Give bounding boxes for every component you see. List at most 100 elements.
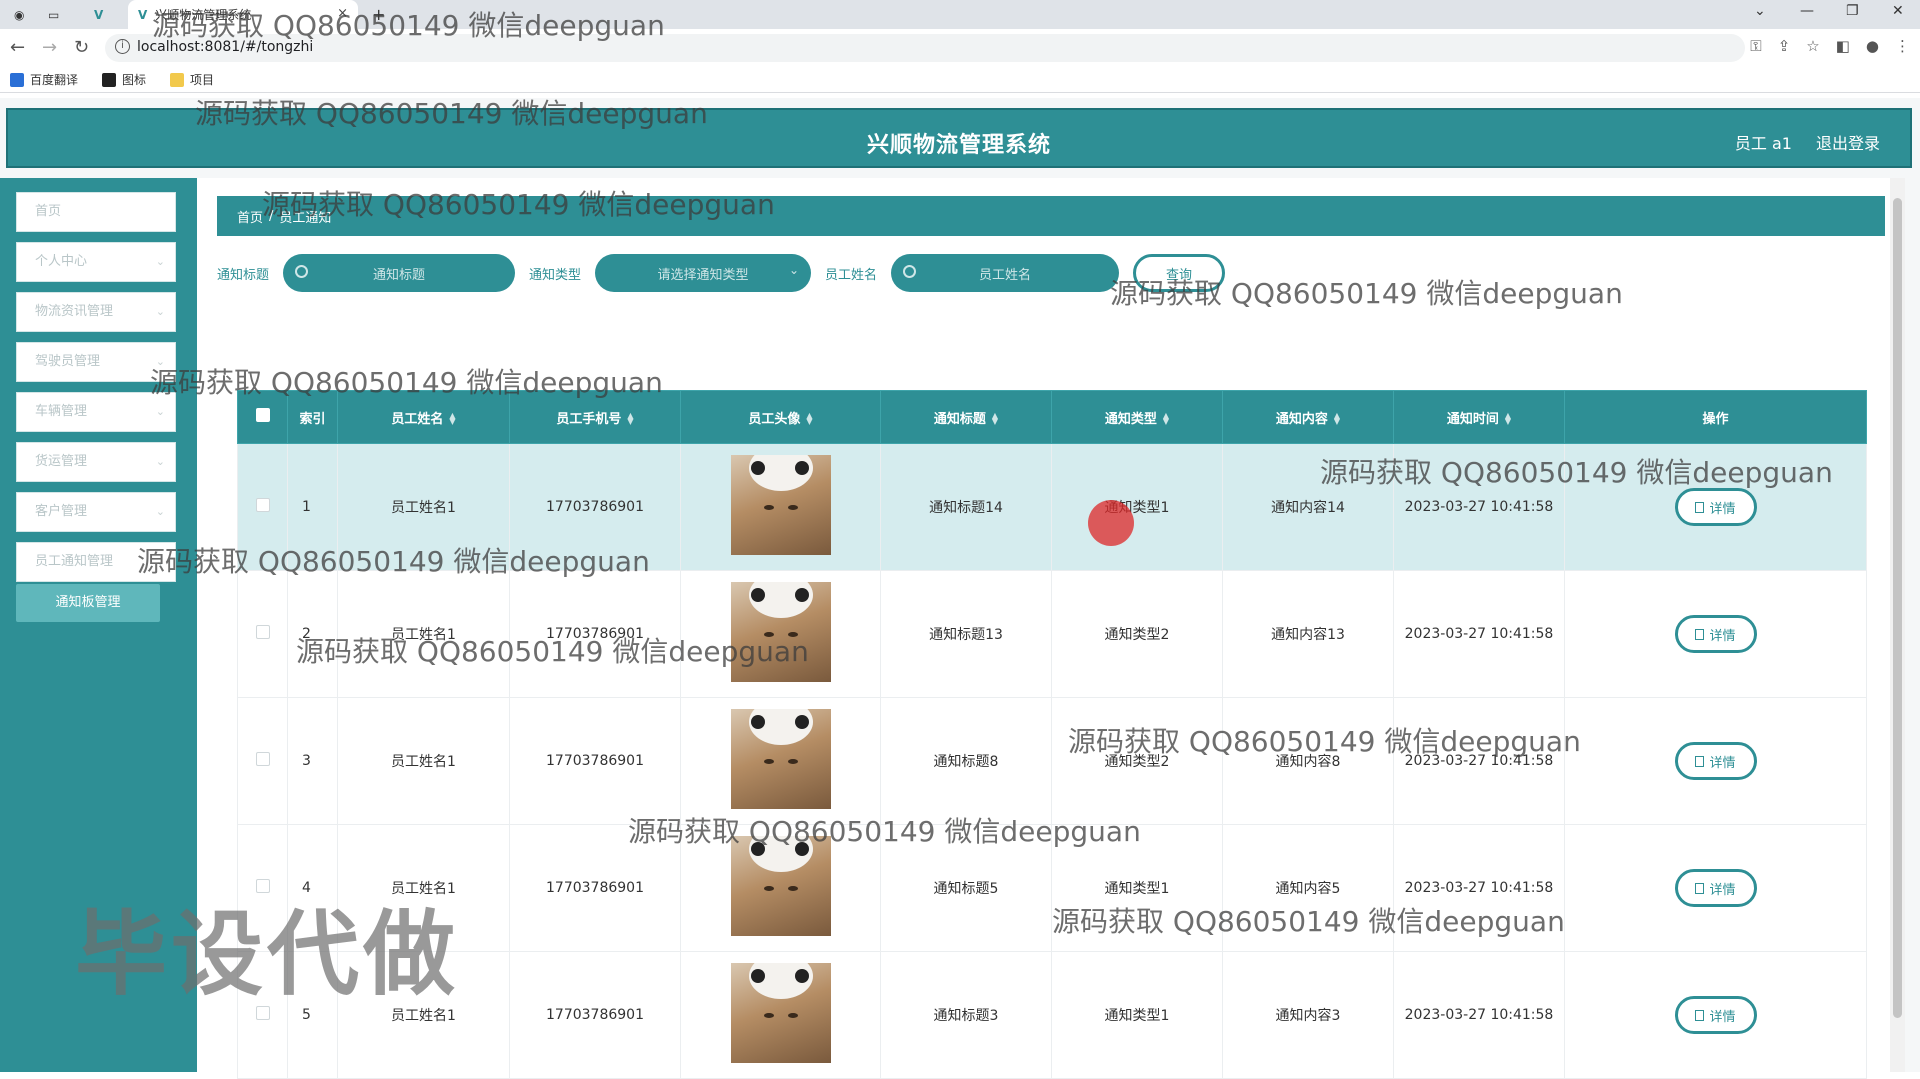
sort-icon[interactable]: ▲ ▼	[1163, 412, 1169, 426]
new-tab-button[interactable]: +	[372, 0, 392, 29]
chevron-down-icon: ⌄	[155, 405, 165, 418]
sort-icon[interactable]: ▲ ▼	[1334, 412, 1340, 426]
row-checkbox[interactable]	[255, 498, 270, 512]
more-menu-icon[interactable]: ⋮	[1895, 37, 1910, 55]
profile-icon[interactable]: ●	[1866, 37, 1879, 55]
cell-avatar	[680, 951, 881, 1079]
logout-link[interactable]: 退出登录	[1816, 130, 1880, 154]
sidebar-item-profile[interactable]: 个人中心 ⌄	[16, 242, 176, 282]
cell-actions: 详情	[1564, 951, 1867, 1079]
sidepanel-icon[interactable]: ◧	[1836, 37, 1850, 55]
table-row[interactable]: 4 员工姓名1 17703786901 通知标题5 通知类型1 通知内容5 20…	[237, 824, 1867, 952]
type-placeholder: 请选择通知类型	[657, 267, 749, 283]
column-content[interactable]: 通知内容 ▲ ▼	[1222, 390, 1394, 444]
sidebar-item-vehicles[interactable]: 车辆管理 ⌄	[16, 392, 176, 432]
active-tab[interactable]: V 兴顺物流管理系统 ×	[128, 0, 358, 29]
title-search-input[interactable]: 通知标题	[283, 254, 516, 292]
row-checkbox[interactable]	[255, 879, 270, 893]
sort-icon[interactable]: ▲ ▼	[806, 412, 812, 426]
column-label: 通知类型	[1104, 411, 1157, 427]
bookmark-star-icon[interactable]: ☆	[1806, 37, 1819, 55]
sort-icon[interactable]: ▲ ▼	[992, 412, 998, 426]
avatar[interactable]	[730, 836, 831, 936]
avatar[interactable]	[730, 963, 831, 1063]
browser-menu-icon[interactable]: ◉	[14, 0, 34, 29]
sidebar-item-staff-notices[interactable]: 员工通知管理 ⌄	[16, 542, 176, 582]
bookmark-project[interactable]: 项目	[170, 71, 214, 88]
tab-close-icon[interactable]: ×	[337, 6, 348, 21]
table-row[interactable]: 1 员工姓名1 17703786901 通知标题14 通知类型1 通知内容14 …	[237, 443, 1867, 571]
column-time[interactable]: 通知时间 ▲ ▼	[1393, 390, 1565, 444]
pinned-tab[interactable]: ▭	[48, 0, 78, 29]
sidebar-item-logistics-news[interactable]: 物流资讯管理 ⌄	[16, 292, 176, 332]
select-all-header[interactable]	[237, 390, 288, 444]
search-icon	[903, 265, 917, 278]
avatar[interactable]	[730, 455, 831, 555]
site-info-icon[interactable]: i	[115, 39, 130, 54]
minimize-button[interactable]: —	[1800, 3, 1814, 19]
table-row[interactable]: 3 员工姓名1 17703786901 通知标题8 通知类型2 通知内容8 20…	[237, 697, 1867, 825]
vue-tab-icon[interactable]: V	[94, 0, 124, 29]
restore-button[interactable]: ❐	[1846, 3, 1859, 19]
column-avatar[interactable]: 员工头像 ▲ ▼	[680, 390, 881, 444]
cell-time: 2023-03-27 10:41:58	[1393, 443, 1565, 571]
bookmark-icons[interactable]: 图标	[102, 71, 146, 88]
detail-button[interactable]: 详情	[1674, 488, 1757, 526]
sort-icon[interactable]: ▲ ▼	[449, 412, 455, 426]
sidebar-item-customers[interactable]: 客户管理 ⌄	[16, 492, 176, 532]
tab-title: 兴顺物流管理系统	[155, 8, 252, 22]
back-icon[interactable]: ←	[10, 37, 25, 58]
row-select-cell[interactable]	[237, 824, 288, 952]
row-select-cell[interactable]	[237, 951, 288, 1079]
select-all-checkbox[interactable]	[255, 408, 270, 422]
bookmark-fanyi[interactable]: 百度翻译	[10, 71, 78, 88]
row-select-cell[interactable]	[237, 697, 288, 825]
forward-icon[interactable]: →	[42, 37, 57, 58]
cell-time: 2023-03-27 10:41:58	[1393, 951, 1565, 1079]
share-icon[interactable]: ⇪	[1778, 37, 1791, 55]
row-checkbox[interactable]	[255, 625, 270, 639]
detail-button[interactable]: 详情	[1674, 996, 1757, 1034]
sidebar-item-drivers[interactable]: 驾驶员管理 ⌄	[16, 342, 176, 382]
column-phone[interactable]: 员工手机号 ▲ ▼	[509, 390, 681, 444]
app-root: 兴顺物流管理系统 员工 a1 退出登录 首页 个人中心 ⌄ 物流资讯管理 ⌄ 驾驶员…	[0, 98, 1920, 1079]
row-select-cell[interactable]	[237, 570, 288, 698]
column-type[interactable]: 通知类型 ▲ ▼	[1051, 390, 1223, 444]
table-row[interactable]: 2 员工姓名1 17703786901 通知标题13 通知类型2 通知内容13 …	[237, 570, 1867, 698]
url-text[interactable]: localhost:8081/#/tongzhi	[137, 39, 313, 55]
row-checkbox[interactable]	[255, 1006, 270, 1020]
scroll-thumb[interactable]	[1893, 198, 1902, 1018]
breadcrumb: 首页 / 员工通知	[217, 196, 1885, 236]
sidebar-item-label: 车辆管理	[35, 404, 88, 419]
type-select[interactable]: 请选择通知类型 ⌄	[595, 254, 812, 292]
tab-search-icon[interactable]: ⌄	[1754, 3, 1766, 19]
avatar[interactable]	[730, 709, 831, 809]
detail-button[interactable]: 详情	[1674, 869, 1757, 907]
translate-icon	[10, 72, 24, 87]
chevron-down-icon: ⌄	[155, 555, 165, 568]
reload-icon[interactable]: ↻	[74, 37, 89, 58]
sort-icon[interactable]: ▲ ▼	[1505, 412, 1511, 426]
sidebar-subitem-notice-board[interactable]: 通知板管理	[16, 584, 160, 622]
sidebar-item-freight[interactable]: 货运管理 ⌄	[16, 442, 176, 482]
row-select-cell[interactable]	[237, 443, 288, 571]
omnibox[interactable]: i localhost:8081/#/tongzhi	[105, 34, 1745, 62]
vertical-scrollbar[interactable]	[1890, 178, 1905, 1072]
sidebar-item-label: 货运管理	[35, 454, 88, 469]
table-row[interactable]: 5 员工姓名1 17703786901 通知标题3 通知类型1 通知内容3 20…	[237, 951, 1867, 1079]
row-checkbox[interactable]	[255, 752, 270, 766]
avatar[interactable]	[730, 582, 831, 682]
detail-button[interactable]: 详情	[1674, 742, 1757, 780]
name-search-input[interactable]: 员工姓名	[891, 254, 1120, 292]
detail-label: 详情	[1709, 882, 1736, 898]
column-name[interactable]: 员工姓名 ▲ ▼	[337, 390, 510, 444]
cell-name: 员工姓名1	[337, 951, 510, 1079]
sort-icon[interactable]: ▲ ▼	[627, 412, 633, 426]
key-icon[interactable]: ⚿	[1750, 37, 1761, 55]
detail-button[interactable]: 详情	[1674, 615, 1757, 653]
sidebar-item-home[interactable]: 首页	[16, 192, 176, 232]
column-title[interactable]: 通知标题 ▲ ▼	[880, 390, 1052, 444]
query-button[interactable]: 查询	[1133, 254, 1226, 292]
breadcrumb-home[interactable]: 首页	[237, 207, 263, 226]
close-window-button[interactable]: ✕	[1892, 3, 1904, 19]
